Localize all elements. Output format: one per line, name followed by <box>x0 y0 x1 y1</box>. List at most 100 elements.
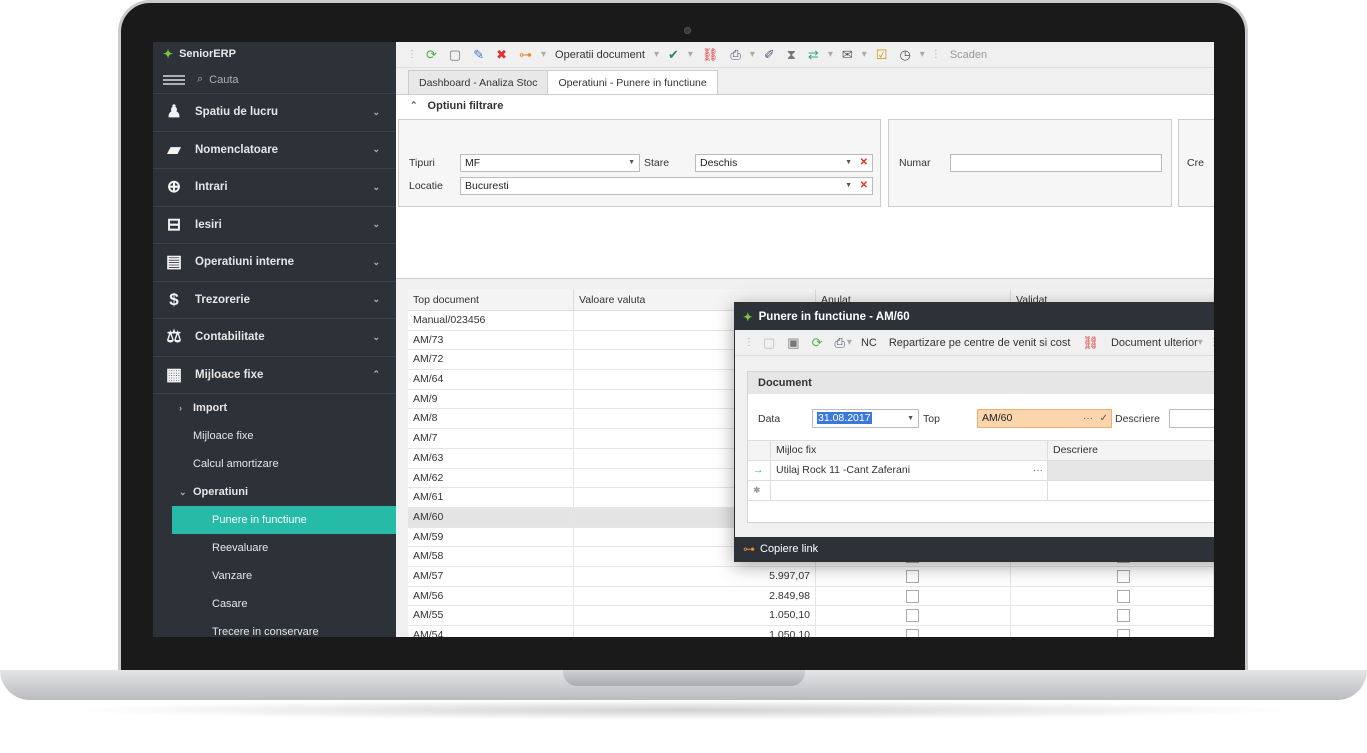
table-row[interactable]: AM/55 1.050,10 <box>408 606 1214 626</box>
table-row[interactable]: AM/56 2.849,98 <box>408 586 1214 607</box>
chevron-down-icon[interactable]: ▼ <box>845 178 852 194</box>
table-row[interactable]: AM/57 5.997,07 <box>408 566 1214 587</box>
sidebar-item-operatiuni-interne[interactable]: ▤ Operatiuni interne ⌄ <box>153 244 396 282</box>
anulat-checkbox[interactable] <box>906 629 919 637</box>
sidebar-item-trezorerie[interactable]: $ Trezorerie ⌄ <box>153 282 396 319</box>
nc-button[interactable]: NC <box>861 337 877 349</box>
descriere-cell[interactable] <box>1048 461 1214 480</box>
sidebar-sub-import[interactable]: › Import <box>153 394 396 422</box>
filters-header[interactable]: ⌃ Optiuni filtrare <box>396 94 1214 116</box>
anulat-checkbox[interactable] <box>906 609 919 623</box>
dropdown-arrow-icon[interactable]: ▾ <box>828 49 833 60</box>
link-icon[interactable]: ⊶ <box>519 47 532 63</box>
chevron-down-icon[interactable]: ▼ <box>628 155 635 171</box>
sidebar-item-mijloace-fixe[interactable]: ▦ Mijloace fixe ⌃ <box>153 357 396 394</box>
stare-select[interactable]: Deschis ▼ ✕ <box>695 154 873 172</box>
dropdown-arrow-icon[interactable]: ▾ <box>1198 337 1203 348</box>
sidebar-sub-vanzare[interactable]: Vanzare <box>153 562 396 590</box>
edit-icon[interactable]: ✎ <box>473 47 484 63</box>
data-date-input[interactable]: 31.08.2017 ▼ <box>812 409 919 428</box>
hamburger-icon[interactable] <box>163 74 185 85</box>
mijloc-fix-value: Utilaj Rock 11 -Cant Zaferani <box>776 464 911 476</box>
print-icon[interactable]: ⎙ <box>835 335 845 351</box>
tab-punere-in-functiune[interactable]: Operatiuni - Punere in functiune <box>547 70 718 94</box>
dropdown-arrow-icon[interactable]: ▾ <box>847 337 852 348</box>
sidebar-item-iesiri[interactable]: ⊟ Iesiri ⌄ <box>153 207 396 244</box>
sidebar-item-intrari[interactable]: ⊕ Intrari ⌄ <box>153 169 396 207</box>
validat-checkbox[interactable] <box>1117 609 1130 623</box>
unlink-icon[interactable]: ⛓ <box>1082 335 1099 351</box>
sidebar-item-contabilitate[interactable]: ⚖ Contabilitate ⌄ <box>153 319 396 357</box>
sidebar-sub-punere-in-functiune[interactable]: Punere in functiune <box>172 506 396 534</box>
sidebar-sub-calcul-amortizare[interactable]: Calcul amortizare <box>153 450 396 478</box>
numar-input[interactable] <box>950 154 1162 172</box>
document-ulterior-menu[interactable]: Document ulterior <box>1111 337 1198 349</box>
locatie-select[interactable]: Bucuresti ▼ ✕ <box>460 177 873 195</box>
copiere-link-button[interactable]: Copiere link <box>760 543 818 555</box>
scadente-button[interactable]: Scaden <box>950 49 987 61</box>
cell-valoare-valuta: 2.849,98 <box>574 586 816 606</box>
col-descriere[interactable]: Descriere <box>1048 441 1214 460</box>
anulat-checkbox[interactable] <box>906 569 919 583</box>
descriere-input[interactable]: ··· ✕ <box>1169 409 1214 428</box>
cell-anulat <box>816 586 1011 606</box>
clear-icon[interactable]: ✕ <box>860 178 868 194</box>
save-icon[interactable]: ▣ <box>787 335 799 351</box>
repartizare-button[interactable]: Repartizare pe centre de venit si cost <box>889 337 1071 349</box>
operatii-document-menu[interactable]: Operatii document <box>555 49 645 61</box>
chevron-down-icon[interactable]: ▼ <box>845 155 852 171</box>
data-date-value: 31.08.2017 <box>817 412 872 424</box>
new-document-icon[interactable]: ▢ <box>763 335 775 351</box>
subgrid-new-row[interactable]: ✱ <box>748 481 1214 501</box>
anulat-checkbox[interactable] <box>906 589 919 603</box>
building-icon: ▦ <box>165 364 183 384</box>
search-bar[interactable]: ⌕ Cauta <box>153 66 396 94</box>
sidebar-item-spatiu-de-lucru[interactable]: ♟ Spatiu de lucru ⌄ <box>153 94 396 132</box>
dropdown-arrow-icon[interactable]: ▾ <box>654 49 659 60</box>
attachment-icon[interactable]: ✐ <box>764 47 775 63</box>
delete-icon[interactable]: ✖ <box>496 47 507 63</box>
chevron-down-icon[interactable]: ▼ <box>907 410 914 427</box>
validat-checkbox[interactable] <box>1117 569 1130 583</box>
col-mijloc-fix[interactable]: Mijloc fix <box>771 441 1048 460</box>
new-document-icon[interactable]: ▢ <box>449 47 461 63</box>
sidebar-sub-operatiuni[interactable]: ⌄ Operatiuni <box>153 478 396 506</box>
mail-icon[interactable]: ✉ <box>842 47 853 63</box>
dropdown-arrow-icon[interactable]: ▾ <box>688 49 693 60</box>
tipuri-select[interactable]: MF ▼ <box>460 154 640 172</box>
mijloc-fix-cell[interactable]: Utilaj Rock 11 -Cant Zaferani ··· <box>771 461 1048 480</box>
sync-icon[interactable]: ⇄ <box>808 47 819 63</box>
subgrid-row[interactable]: → Utilaj Rock 11 -Cant Zaferani ··· <box>748 461 1214 481</box>
col-top-document[interactable]: Top document <box>408 289 574 310</box>
dropdown-arrow-icon[interactable]: ▾ <box>920 49 925 60</box>
validat-checkbox[interactable] <box>1117 629 1130 637</box>
unlink-icon[interactable]: ⛓ <box>702 47 719 63</box>
new-mijloc-fix-cell[interactable] <box>771 481 1048 500</box>
validat-checkbox[interactable] <box>1117 589 1130 603</box>
refresh-icon[interactable]: ⟳ <box>812 335 823 351</box>
sidebar-sub-casare[interactable]: Casare <box>153 590 396 618</box>
sidebar-sub-mijloace-fixe[interactable]: Mijloace fixe <box>153 422 396 450</box>
validate-icon[interactable]: ✔ <box>668 47 679 63</box>
dropdown-arrow-icon[interactable]: ▾ <box>750 49 755 60</box>
ellipsis-icon[interactable]: ··· <box>1083 410 1093 427</box>
hourglass-icon[interactable]: ⧗ <box>787 47 796 63</box>
dropdown-arrow-icon[interactable]: ▾ <box>862 49 867 60</box>
subgrid-header: Mijloc fix Descriere <box>748 441 1214 461</box>
clear-icon[interactable]: ✕ <box>860 155 868 171</box>
sidebar-sub-reevaluare[interactable]: Reevaluare <box>153 534 396 562</box>
tab-dashboard[interactable]: Dashboard - Analiza Stoc <box>408 70 549 94</box>
search-input[interactable]: Cauta <box>209 74 238 86</box>
clock-icon[interactable]: ◷ <box>899 47 910 63</box>
top-input[interactable]: AM/60 ··· ✓ <box>977 409 1112 428</box>
check-icon[interactable]: ✓ <box>1100 410 1108 427</box>
ellipsis-icon[interactable]: ··· <box>1033 461 1043 480</box>
sidebar-sub-trecere[interactable]: Trecere in conservare <box>153 618 396 637</box>
checklist-icon[interactable]: ☑ <box>876 47 888 63</box>
refresh-icon[interactable]: ⟳ <box>426 47 437 63</box>
new-descriere-cell[interactable] <box>1048 481 1214 500</box>
table-row[interactable]: AM/54 1.050,10 <box>408 626 1214 637</box>
dropdown-arrow-icon[interactable]: ▾ <box>541 49 546 60</box>
print-icon[interactable]: ⎙ <box>730 47 740 63</box>
sidebar-item-nomenclatoare[interactable]: ▰ Nomenclatoare ⌄ <box>153 132 396 169</box>
